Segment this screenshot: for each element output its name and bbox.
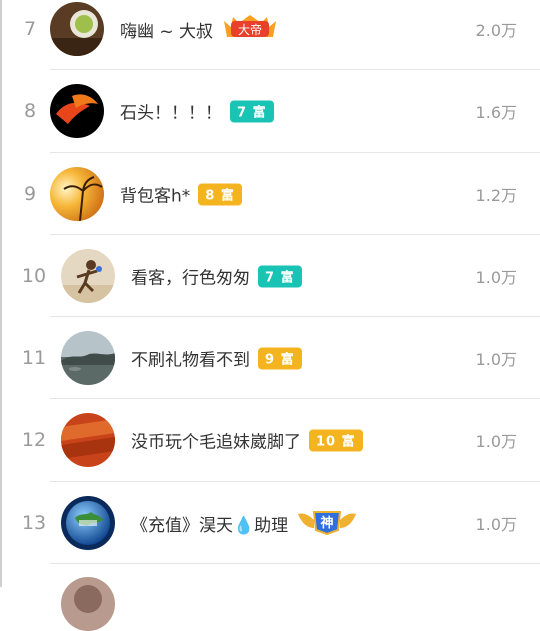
avatar[interactable] <box>61 496 115 550</box>
avatar[interactable] <box>50 84 104 138</box>
user-name: 背包客h* <box>120 186 191 207</box>
user-name: 石头！！！！ <box>120 103 222 124</box>
rank-number: 11 <box>21 347 47 369</box>
wealth-badge: 9 富 <box>258 347 302 369</box>
badge-label: 大帝 <box>238 22 262 37</box>
god-badge: 神 <box>296 506 358 540</box>
badge-label: 神 <box>321 515 334 531</box>
crown-badge: 大帝 <box>221 13 279 45</box>
amount: 1.0万 <box>475 515 517 534</box>
amount: 1.6万 <box>475 103 517 122</box>
avatar[interactable] <box>61 413 115 467</box>
wealth-badge: 10 富 <box>309 429 363 451</box>
amount: 1.0万 <box>475 432 517 451</box>
avatar[interactable] <box>61 331 115 385</box>
rank-number: 7 <box>23 18 37 40</box>
divider <box>50 563 540 564</box>
user-name: 嗨幽 ~ 大叔 <box>120 21 214 42</box>
list-item[interactable]: 12 没币玩个毛追妹崴脚了 10 富 1.0万 <box>0 399 540 481</box>
avatar[interactable] <box>61 577 115 631</box>
list-item[interactable]: 11 不刷礼物看不到 9 富 1.0万 <box>0 317 540 399</box>
amount: 1.2万 <box>475 186 517 205</box>
rank-number: 9 <box>23 183 37 205</box>
list-item[interactable]: 7 嗨幽 ~ 大叔 大帝 2.0万 <box>0 0 540 70</box>
list-item[interactable]: 10 看客，行色匆匆 7 富 1.0万 <box>0 235 540 317</box>
wealth-badge: 8 富 <box>198 183 242 205</box>
amount: 2.0万 <box>475 21 517 40</box>
rank-number: 8 <box>23 100 37 122</box>
wealth-badge: 7 富 <box>230 100 274 122</box>
avatar[interactable] <box>50 2 104 56</box>
user-name: 没币玩个毛追妹崴脚了 <box>131 432 301 453</box>
wealth-badge: 7 富 <box>258 265 302 287</box>
avatar[interactable] <box>50 167 104 221</box>
avatar[interactable] <box>61 249 115 303</box>
list-item[interactable]: 9 背包客h* 8 富 1.2万 <box>0 153 540 235</box>
rank-number: 10 <box>21 265 47 287</box>
user-name: 不刷礼物看不到 <box>131 350 250 371</box>
list-item[interactable]: 8 石头！！！！ 7 富 1.6万 <box>0 70 540 152</box>
user-name: 看客，行色匆匆 <box>131 268 250 289</box>
user-name: 《充值》淏天💧助理 <box>131 515 289 536</box>
rank-number: 12 <box>21 429 47 451</box>
list-item[interactable]: 13 《充值》淏天💧助理 神 1.0万 <box>0 482 540 564</box>
rank-number: 13 <box>21 512 47 534</box>
amount: 1.0万 <box>475 268 517 287</box>
amount: 1.0万 <box>475 350 517 369</box>
